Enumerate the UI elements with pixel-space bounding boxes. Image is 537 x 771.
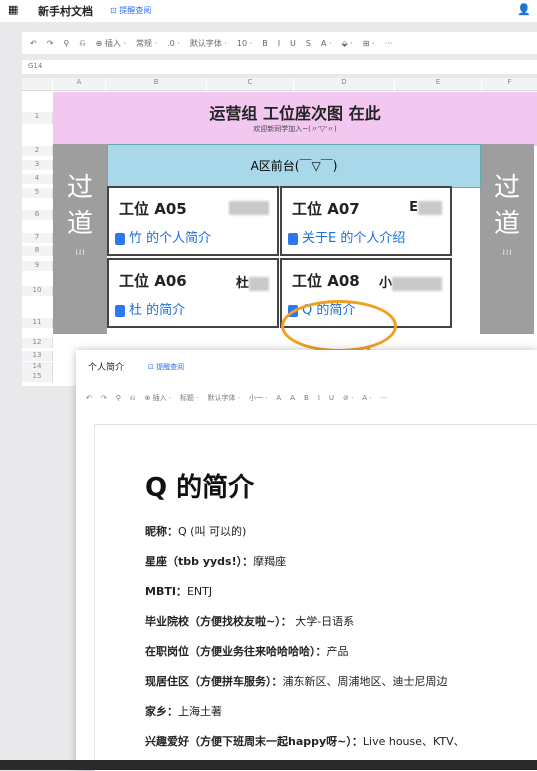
profile-heading: Q 的简介	[145, 473, 255, 503]
bottom-edge	[0, 760, 537, 770]
profile-line: 兴趣爱好（方便下班周末一起happy呀~）：Live house、KTV、	[145, 733, 465, 749]
profile-line-label: 毕业院校（方便找校友啦~）：	[145, 615, 292, 628]
profile-line-value: 上海土著	[178, 705, 222, 718]
profile-line: 昵称：Q (叫 可以的)	[145, 523, 246, 539]
popup-title[interactable]: 个人简介	[88, 360, 124, 373]
popup-toolbar-item[interactable]: ⚲	[116, 394, 121, 402]
popup-toolbar-item[interactable]: ⎌	[130, 394, 136, 403]
popup-toolbar-item[interactable]: 小一 ·	[249, 393, 267, 403]
profile-line-value: Live house、KTV、	[362, 735, 465, 748]
popup-toolbar-item[interactable]: U	[329, 394, 334, 402]
popup-toolbar-item[interactable]: ⊕ 插入 ·	[145, 393, 172, 403]
popup-remind-link[interactable]: ⊡ 提醒查阅	[148, 362, 184, 372]
profile-line-label: MBTI：	[145, 585, 187, 598]
profile-line: 毕业院校（方便找校友啦~）： 大学-日语系	[145, 613, 354, 629]
popup-toolbar-item[interactable]: ↷	[101, 394, 107, 402]
profile-line: 在职岗位（方便业务往来哈哈哈哈）：产品	[145, 643, 349, 659]
popup-toolbar-item[interactable]: B	[304, 394, 309, 402]
profile-line-label: 星座（tbb yyds!）：	[145, 555, 254, 568]
profile-line: MBTI：ENTJ	[145, 583, 212, 599]
profile-line-label: 兴趣爱好（方便下班周末一起happy呀~）：	[145, 735, 363, 748]
popup-toolbar-item[interactable]: ···	[381, 394, 388, 402]
popup-toolbar-item[interactable]: A ·	[362, 394, 371, 402]
popup-toolbar-item[interactable]: A	[276, 394, 281, 402]
document-page[interactable]: Q 的简介 昵称：Q (叫 可以的) 星座（tbb yyds!）：摩羯座 MBTI：…	[94, 424, 537, 771]
popup-toolbar-item[interactable]: 默认字体 ·	[208, 393, 240, 403]
profile-line-value: 大学-日语系	[291, 615, 355, 628]
popup-toolbar: ↶ ↷ ⚲ ⎌ ⊕ 插入 · 标题 · 默认字体 · 小一 · A A B I U ⊘ · A · ···	[86, 388, 537, 408]
profile-line-value: 摩羯座	[253, 555, 287, 568]
popup-toolbar-item[interactable]: A	[290, 394, 295, 402]
profile-line-label: 现居住区（方便拼车服务）：	[145, 675, 283, 688]
profile-line: 星座（tbb yyds!）：摩羯座	[145, 553, 286, 569]
profile-line-label: 昵称：	[145, 525, 178, 538]
profile-line-label: 在职岗位（方便业务往来哈哈哈哈）：	[145, 645, 327, 658]
profile-line: 家乡：上海土著	[145, 703, 222, 719]
popup-toolbar-item[interactable]: 标题 ·	[180, 393, 198, 403]
profile-line-label: 家乡：	[145, 705, 178, 718]
profile-doc-window: 个人简介 ⊡ 提醒查阅 ↶ ↷ ⚲ ⎌ ⊕ 插入 · 标题 · 默认字体 · 小一 · A A B I…	[76, 350, 537, 771]
profile-line-value: Q (叫 可以的)	[178, 525, 247, 538]
popup-toolbar-item[interactable]: I	[318, 394, 320, 402]
popup-toolbar-item[interactable]: ⊘ ·	[343, 394, 353, 402]
profile-line-value: ENTJ	[186, 585, 213, 598]
popup-toolbar-item[interactable]: ↶	[86, 394, 92, 402]
profile-line: 现居住区（方便拼车服务）：浦东新区、周浦地区、迪士尼周边	[145, 673, 448, 689]
profile-line-value: 产品	[326, 645, 349, 658]
profile-line-value: 浦东新区、周浦地区、迪士尼周边	[282, 675, 448, 688]
